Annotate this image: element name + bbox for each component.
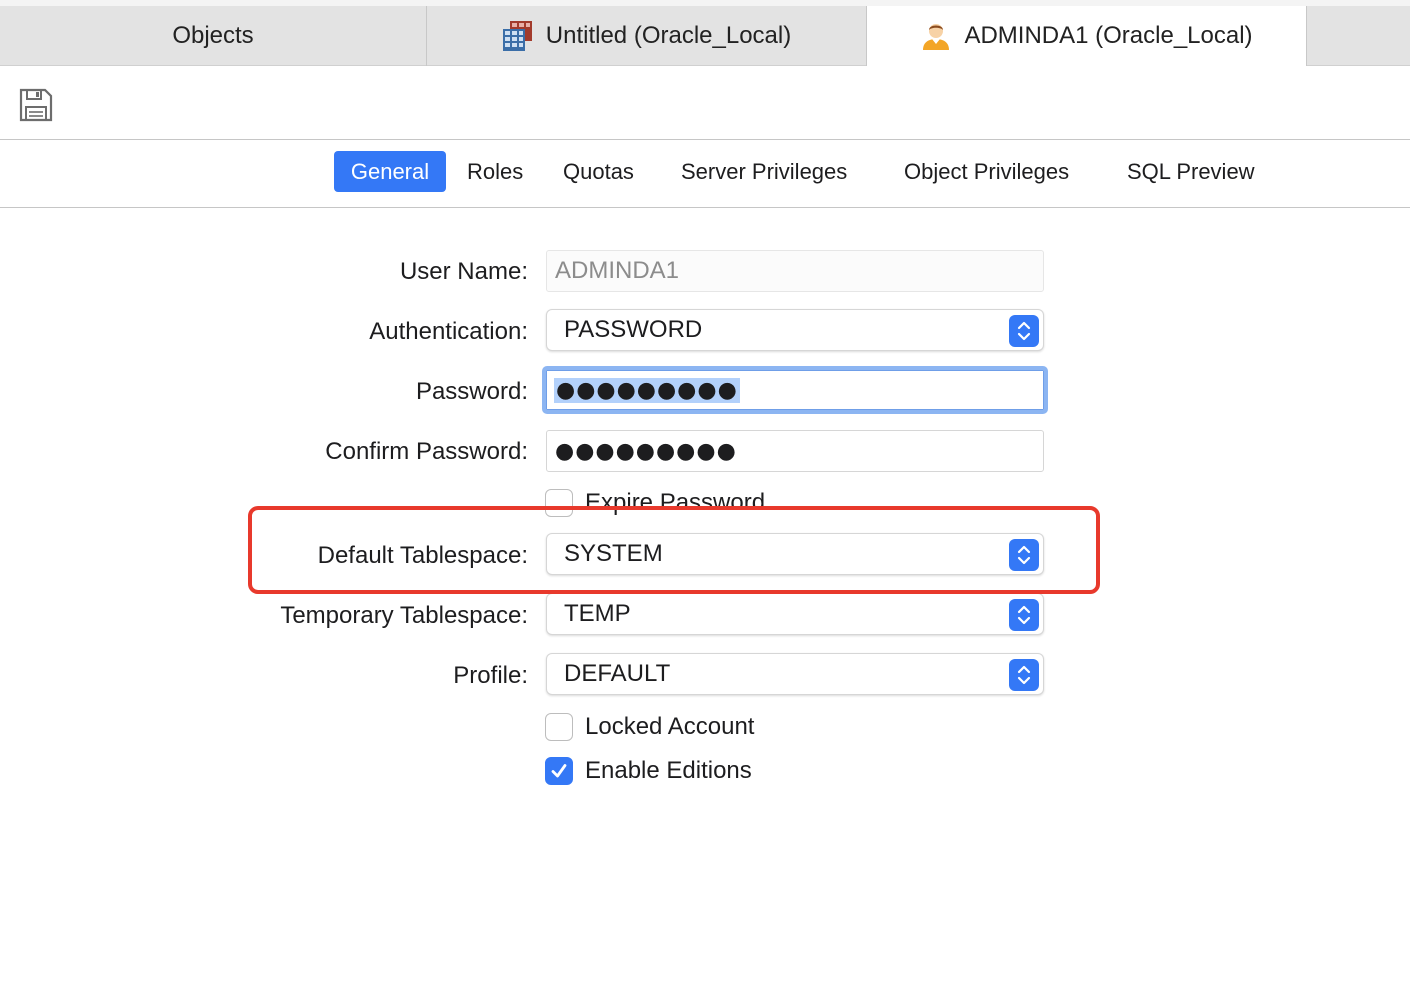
authentication-label: Authentication: <box>369 318 528 345</box>
enable-editions-row[interactable]: Enable Editions <box>545 756 752 786</box>
locked-account-checkbox[interactable] <box>545 713 573 741</box>
toolbar <box>0 66 1410 140</box>
user-name-value: ADMINDA1 <box>555 257 680 284</box>
default-tablespace-value: SYSTEM <box>564 540 663 567</box>
tab-roles[interactable]: Roles <box>452 151 538 192</box>
authentication-value: PASSWORD <box>564 316 703 343</box>
confirm-password-field[interactable]: ●●●●●●●●● <box>546 430 1044 472</box>
chevron-updown-icon <box>1009 539 1039 571</box>
temporary-tablespace-label: Temporary Tablespace: <box>280 602 528 629</box>
tab-label: Objects <box>172 22 254 49</box>
default-tablespace-label: Default Tablespace: <box>317 542 528 569</box>
locked-account-label: Locked Account <box>585 713 755 740</box>
tab-bar: Objects Untitled (Oracle_Local) ADMINDA1… <box>0 0 1410 67</box>
tab-object-privileges[interactable]: Object Privileges <box>889 151 1084 192</box>
temporary-tablespace-value: TEMP <box>564 600 631 627</box>
tab-general[interactable]: General <box>334 151 446 192</box>
tab-quotas[interactable]: Quotas <box>548 151 649 192</box>
tab-untitled-query[interactable]: Untitled (Oracle_Local) <box>427 6 867 66</box>
chevron-updown-icon <box>1009 599 1039 631</box>
confirm-password-label: Confirm Password: <box>325 438 528 465</box>
section-tabs: General Roles Quotas Server Privileges O… <box>0 140 1410 208</box>
checkmark-icon <box>551 764 567 778</box>
expire-password-label: Expire Password <box>585 489 766 516</box>
tab-user-adminda1[interactable]: ADMINDA1 (Oracle_Local) <box>867 6 1307 67</box>
password-value: ●●●●●●●●● <box>554 377 740 403</box>
chevron-updown-icon <box>1009 315 1039 347</box>
profile-select[interactable]: DEFAULT <box>546 653 1044 695</box>
confirm-password-value: ●●●●●●●●● <box>555 438 737 464</box>
password-label: Password: <box>415 378 528 405</box>
chevron-updown-icon <box>1009 659 1039 691</box>
authentication-select[interactable]: PASSWORD <box>546 309 1044 351</box>
user-icon <box>920 20 952 52</box>
temporary-tablespace-select[interactable]: TEMP <box>546 593 1044 635</box>
default-tablespace-select[interactable]: SYSTEM <box>546 533 1044 575</box>
floppy-disk-icon[interactable] <box>19 88 53 122</box>
tab-server-privileges[interactable]: Server Privileges <box>666 151 862 192</box>
enable-editions-checkbox[interactable] <box>545 757 573 785</box>
expire-password-row[interactable]: Expire Password <box>545 488 765 518</box>
password-field[interactable]: ●●●●●●●●● <box>542 366 1048 414</box>
locked-account-row[interactable]: Locked Account <box>545 712 754 742</box>
tab-label: ADMINDA1 (Oracle_Local) <box>964 22 1253 49</box>
profile-label: Profile: <box>453 662 528 689</box>
enable-editions-label: Enable Editions <box>585 757 752 784</box>
expire-password-checkbox[interactable] <box>545 489 573 517</box>
user-name-label: User Name: <box>399 258 528 285</box>
tab-label: Untitled (Oracle_Local) <box>545 22 792 49</box>
user-name-field[interactable]: ADMINDA1 <box>546 250 1044 292</box>
tab-sql-preview[interactable]: SQL Preview <box>1112 151 1270 192</box>
table-grid-icon <box>502 20 534 52</box>
tab-objects[interactable]: Objects <box>0 6 427 66</box>
profile-value: DEFAULT <box>564 660 671 687</box>
